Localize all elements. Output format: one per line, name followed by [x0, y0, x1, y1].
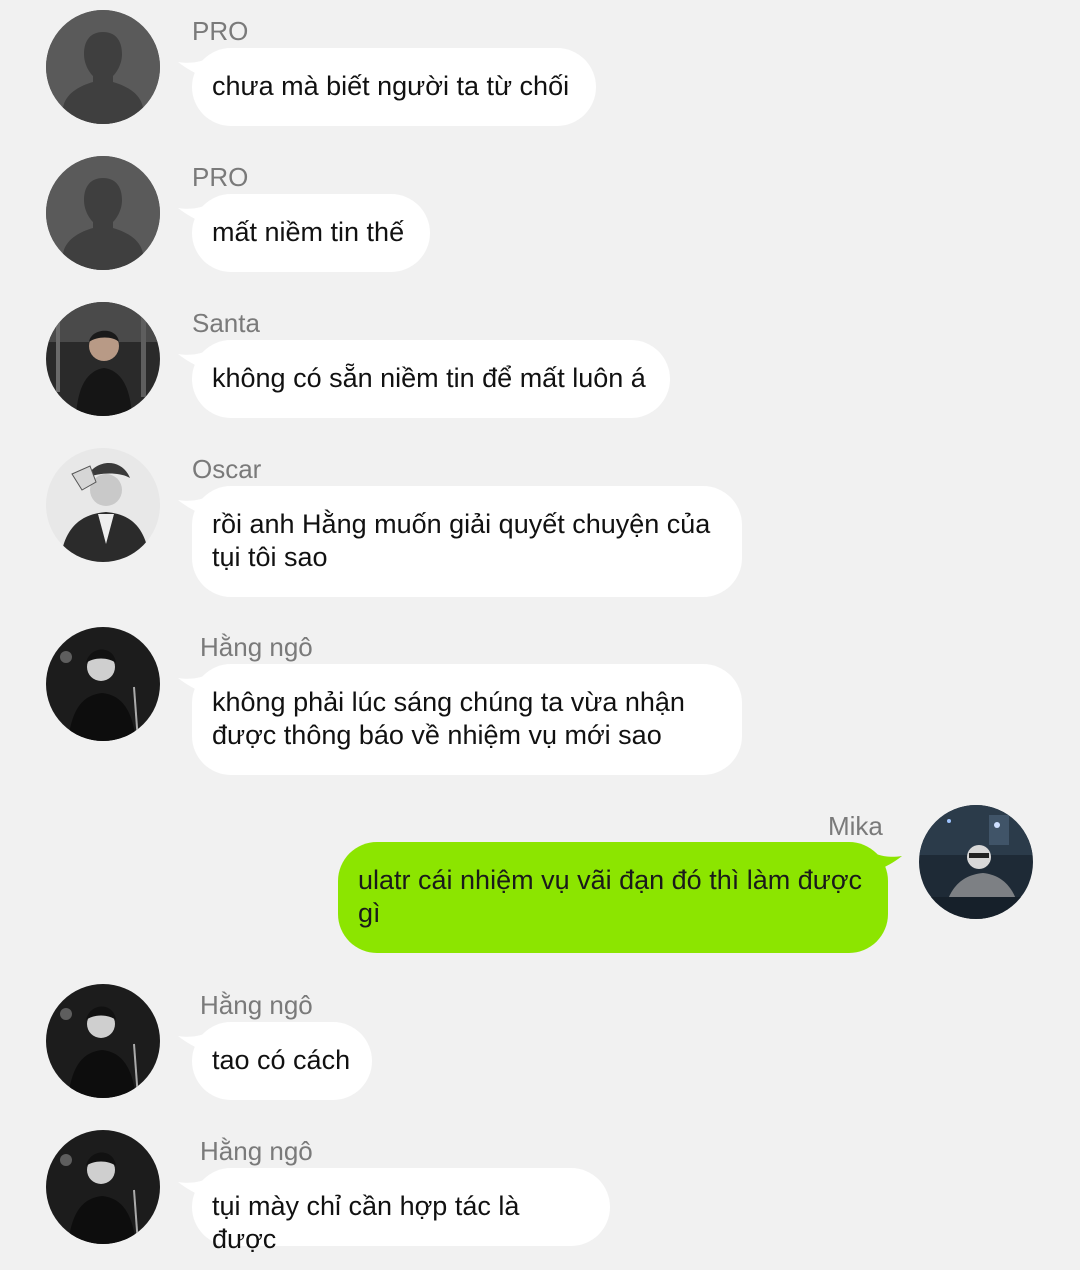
profile-photo	[919, 805, 1033, 919]
message-bubble[interactable]: mất niềm tin thế	[192, 194, 430, 272]
sender-name: Mika	[828, 811, 883, 841]
avatar[interactable]	[46, 448, 160, 562]
profile-photo	[46, 302, 160, 416]
message-bubble[interactable]: không phải lúc sáng chúng ta vừa nhận đư…	[192, 664, 742, 775]
sender-name: Oscar	[192, 454, 262, 484]
sender-name: Hằng ngô	[200, 1136, 313, 1166]
profile-photo	[46, 984, 160, 1098]
silhouette-icon	[46, 156, 160, 270]
message-bubble[interactable]: tụi mày chỉ cần hợp tác là được	[192, 1168, 610, 1254]
profile-photo	[46, 627, 160, 741]
sender-name: Santa	[192, 308, 260, 338]
sender-name: PRO	[192, 16, 249, 46]
message-bubble[interactable]: chưa mà biết người ta từ chối	[192, 48, 596, 126]
sender-name: Hằng ngô	[200, 990, 313, 1020]
message-bubble[interactable]: tao có cách	[192, 1022, 372, 1100]
message-bubble[interactable]: ulatr cái nhiệm vụ vãi đạn đó thì làm đư…	[338, 842, 888, 953]
avatar[interactable]	[46, 984, 160, 1098]
avatar[interactable]	[46, 156, 160, 270]
profile-photo	[46, 448, 160, 562]
avatar[interactable]	[46, 627, 160, 741]
message-bubble[interactable]: không có sẵn niềm tin để mất luôn á	[192, 340, 670, 418]
avatar[interactable]	[46, 1130, 160, 1244]
avatar[interactable]	[919, 805, 1033, 919]
sender-name: PRO	[192, 162, 249, 192]
avatar[interactable]	[46, 302, 160, 416]
profile-photo	[46, 1130, 160, 1244]
silhouette-icon	[46, 10, 160, 124]
avatar[interactable]	[46, 10, 160, 124]
message-bubble[interactable]: rồi anh Hằng muốn giải quyết chuyện của …	[192, 486, 742, 597]
sender-name: Hằng ngô	[200, 632, 313, 662]
